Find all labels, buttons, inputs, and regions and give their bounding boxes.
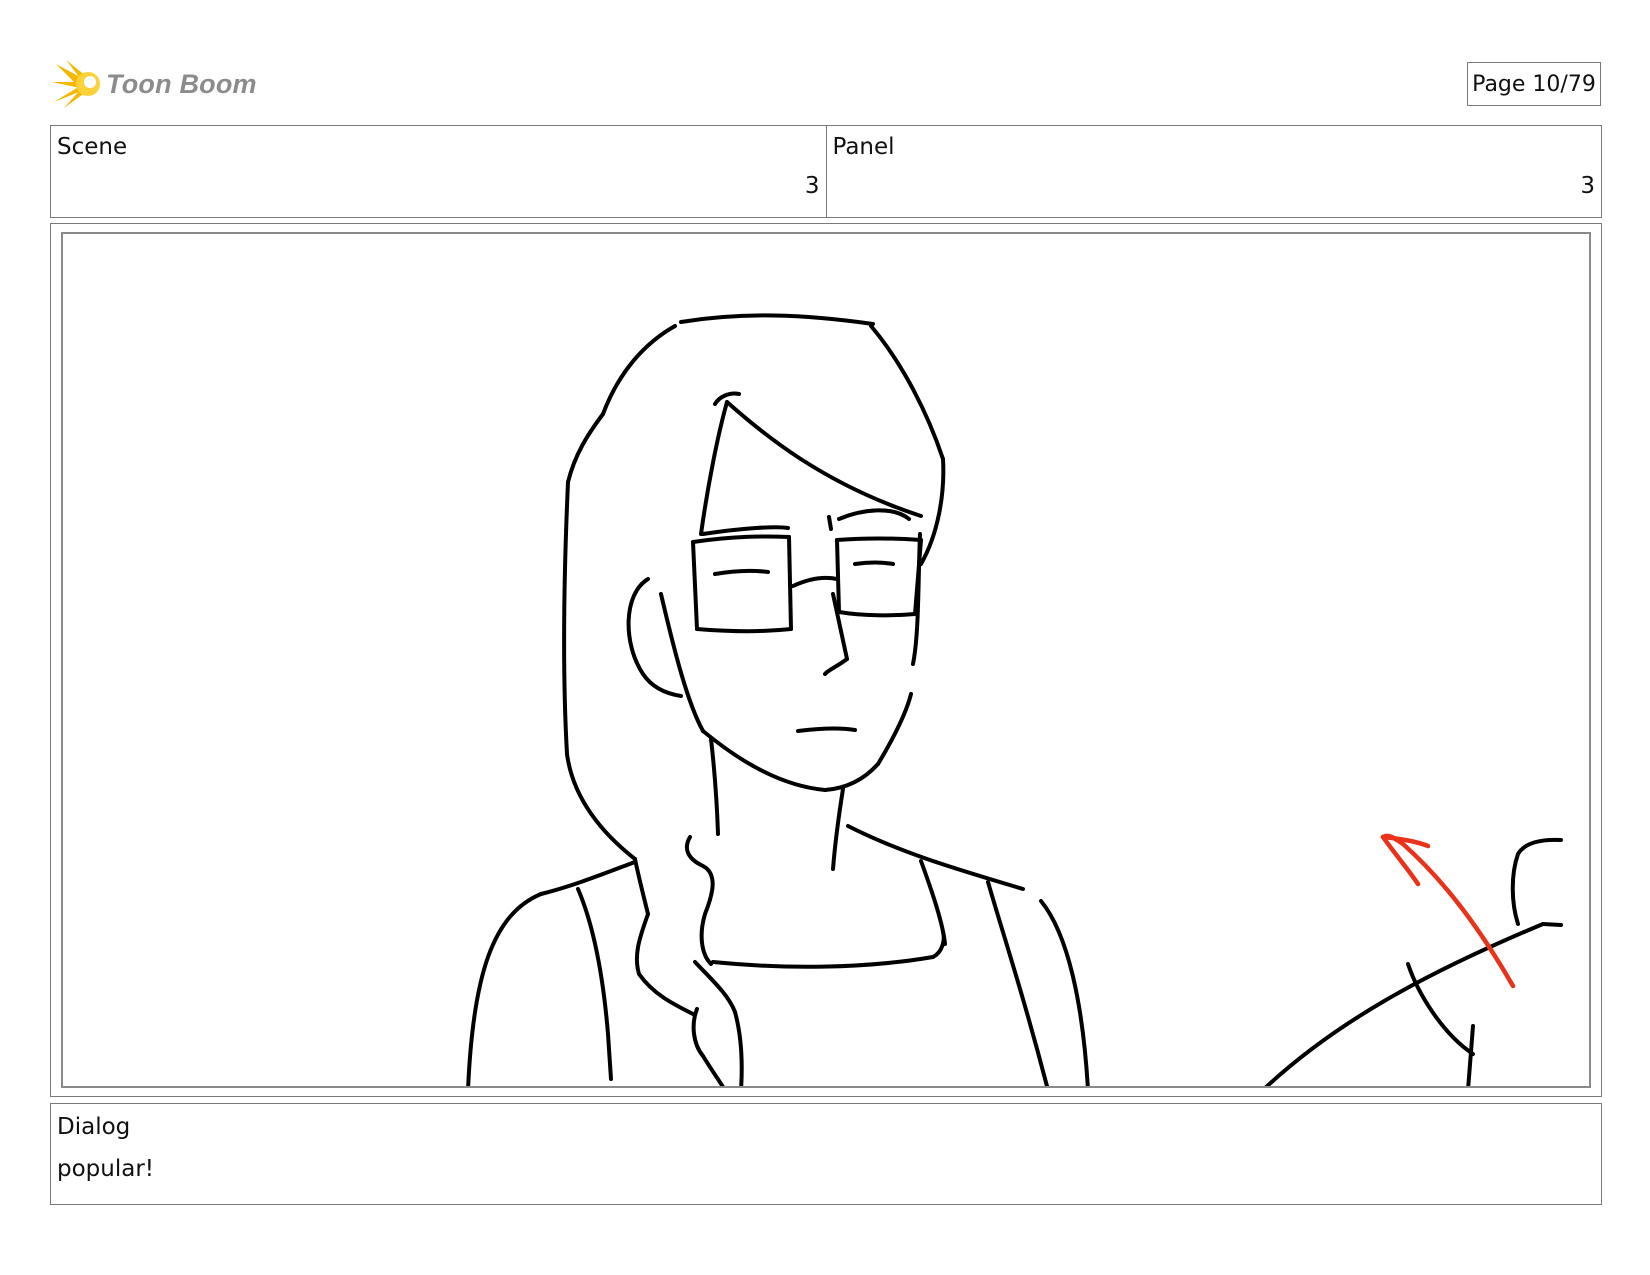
- toon-boom-logo: Toon Boom: [52, 56, 262, 112]
- dialog-text: popular!: [57, 1156, 155, 1182]
- storyboard-sketch: [466, 313, 1563, 1086]
- panel-value: 3: [1580, 173, 1595, 199]
- character-sketch: [466, 313, 1090, 1086]
- motion-arrow: [1380, 833, 1516, 989]
- brand-name: Toon Boom: [106, 68, 257, 99]
- scene-label: Scene: [57, 134, 128, 160]
- panel-header: Scene 3 Panel 3: [50, 125, 1602, 218]
- storyboard-frame: [61, 232, 1591, 1088]
- page-indicator: Page 10/79: [1467, 62, 1601, 106]
- dialog-box: Dialog popular!: [50, 1103, 1602, 1205]
- scene-cell: Scene 3: [51, 126, 826, 217]
- starburst-icon: [52, 60, 100, 108]
- scene-value: 3: [804, 173, 820, 199]
- page-label: Page 10/79: [1472, 71, 1596, 97]
- dialog-label: Dialog: [57, 1114, 131, 1140]
- panel-cell: Panel 3: [825, 126, 1602, 217]
- panel-label: Panel: [832, 134, 895, 160]
